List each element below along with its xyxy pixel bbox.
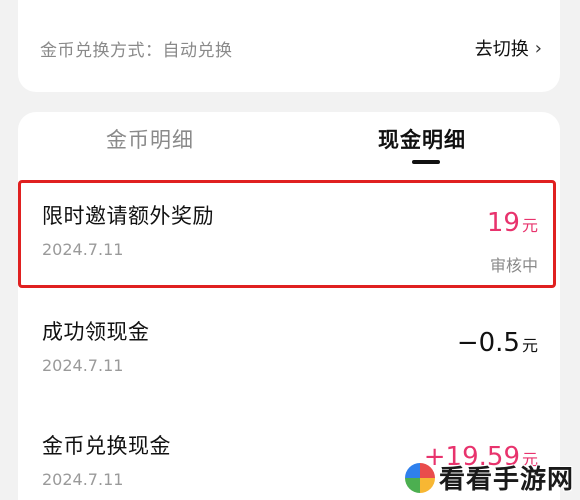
cash-details-page: 金币兑换方式：自动兑换 去切换 › 金币明细 现金明细 限时邀请额外奖励 202… [0, 0, 580, 500]
chevron-right-icon: › [534, 37, 542, 59]
record-status-badge: 审核中 [489, 256, 538, 275]
active-tab-indicator [412, 160, 440, 164]
watermark: 看看手游网 [404, 459, 574, 496]
record-date: 2024.7.11 [42, 356, 124, 375]
exchange-method-card: 金币兑换方式：自动兑换 去切换 › [18, 0, 560, 92]
tab-cash-details[interactable]: 现金明细 [378, 124, 466, 154]
watermark-text: 看看手游网 [438, 465, 574, 495]
switch-exchange-label: 去切换 [474, 39, 529, 60]
amount-value: 19 [486, 208, 520, 238]
amount-unit: 元 [521, 336, 538, 355]
record-amount: −0.5 元 [457, 328, 538, 358]
tab-coin-details[interactable]: 金币明细 [106, 124, 194, 154]
record-date: 2024.7.11 [42, 470, 124, 489]
list-item[interactable]: 限时邀请额外奖励 2024.7.11 19 元 审核中 [18, 182, 560, 294]
record-date: 2024.7.11 [42, 240, 124, 259]
record-amount: 19 元 [487, 208, 538, 238]
switch-exchange-button[interactable]: 去切换 › [475, 35, 542, 61]
record-title: 限时邀请额外奖励 [42, 204, 214, 228]
details-card: 金币明细 现金明细 限时邀请额外奖励 2024.7.11 19 元 审核中 成功… [18, 112, 560, 500]
amount-unit: 元 [521, 216, 538, 235]
exchange-method-row: 金币兑换方式：自动兑换 去切换 › [40, 30, 542, 66]
exchange-method-label: 金币兑换方式：自动兑换 [40, 40, 233, 61]
game-site-logo-icon [404, 462, 435, 493]
record-title: 成功领现金 [42, 320, 150, 344]
amount-value: −0.5 [456, 328, 520, 358]
list-item[interactable]: 成功领现金 2024.7.11 −0.5 元 [18, 298, 560, 410]
details-tabs: 金币明细 现金明细 [18, 112, 560, 168]
record-title: 金币兑换现金 [42, 434, 171, 458]
